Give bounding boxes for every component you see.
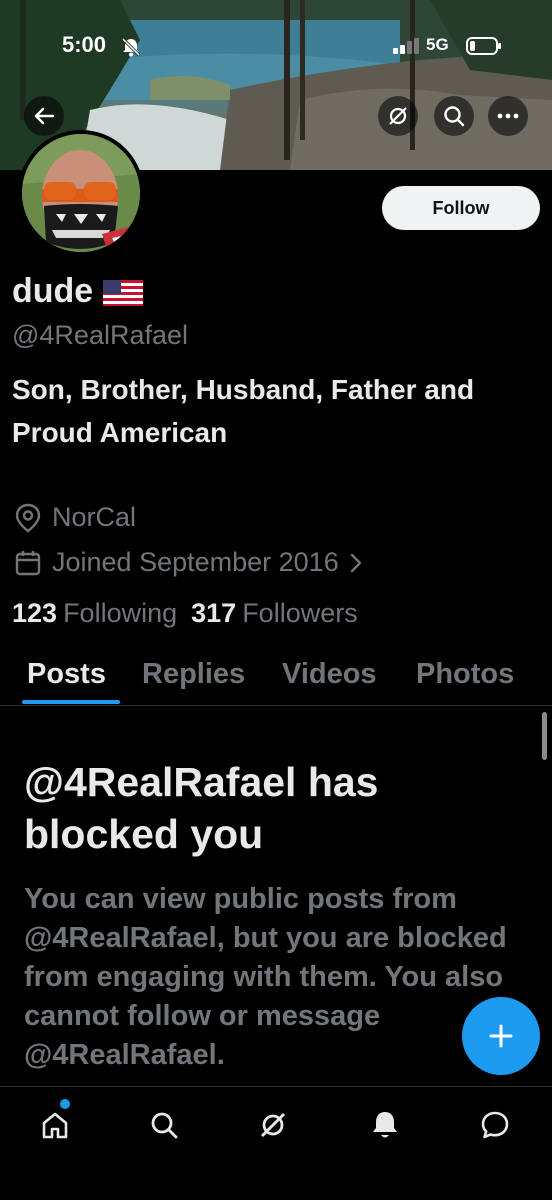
calendar-icon bbox=[15, 550, 41, 575]
grok-icon bbox=[389, 107, 407, 125]
follow-button[interactable]: Follow bbox=[382, 186, 540, 230]
plus-icon bbox=[489, 1024, 513, 1048]
profile-tabs: Posts Replies Videos Photos bbox=[0, 648, 552, 706]
home-icon bbox=[42, 1112, 68, 1139]
location-row: NorCal bbox=[14, 502, 136, 533]
following-count: 123 bbox=[12, 598, 58, 628]
bottom-nav bbox=[0, 1086, 552, 1200]
signal-icon bbox=[393, 38, 419, 54]
tab-replies[interactable]: Replies bbox=[142, 658, 245, 691]
avatar-image bbox=[22, 134, 140, 252]
nav-search[interactable] bbox=[142, 1103, 186, 1147]
following-label: Following bbox=[63, 598, 178, 628]
us-flag-icon bbox=[103, 279, 144, 306]
joined-text: Joined September 2016 bbox=[52, 547, 339, 577]
nav-home[interactable] bbox=[33, 1103, 77, 1147]
more-dots-icon bbox=[497, 113, 519, 119]
blocked-body: You can view public posts from @4RealRaf… bbox=[24, 883, 507, 1071]
display-name-row: dude bbox=[12, 272, 144, 311]
location-pin-icon bbox=[15, 503, 41, 532]
tab-videos[interactable]: Videos bbox=[282, 658, 377, 691]
search-icon bbox=[444, 106, 465, 127]
messages-icon bbox=[481, 1111, 509, 1139]
status-time: 5:00 bbox=[62, 32, 107, 57]
followers-label: Followers bbox=[242, 598, 358, 628]
grok-button[interactable] bbox=[378, 96, 418, 136]
joined-row[interactable]: Joined September 2016 bbox=[14, 547, 373, 578]
profile-handle: @4RealRafael bbox=[12, 320, 189, 350]
blocked-title: @4RealRafael has blocked you bbox=[24, 759, 379, 857]
nav-grok[interactable] bbox=[251, 1103, 295, 1147]
active-tab-indicator bbox=[22, 700, 120, 704]
display-name: dude bbox=[12, 272, 94, 310]
tab-posts[interactable]: Posts bbox=[27, 658, 106, 691]
notifications-bell-icon bbox=[373, 1112, 397, 1138]
profile-page: 5:00 5G Follow dude @4RealRafael Son, Br… bbox=[0, 0, 552, 1200]
home-unread-dot bbox=[60, 1099, 70, 1109]
profile-bio: Son, Brother, Husband, Father and Proud … bbox=[12, 374, 475, 448]
compose-button[interactable] bbox=[462, 997, 540, 1075]
network-label: 5G bbox=[426, 35, 449, 54]
followers-count: 317 bbox=[191, 598, 237, 628]
location-text: NorCal bbox=[52, 502, 137, 532]
followers-stat[interactable]: 317 Followers bbox=[191, 598, 358, 629]
arrow-left-icon bbox=[34, 107, 55, 125]
battery-icon bbox=[466, 37, 501, 55]
search-button[interactable] bbox=[434, 96, 474, 136]
avatar[interactable] bbox=[18, 130, 144, 256]
grok-icon bbox=[261, 1113, 285, 1137]
nav-notifications[interactable] bbox=[363, 1103, 407, 1147]
chevron-right-icon bbox=[350, 553, 361, 572]
back-button[interactable] bbox=[24, 96, 64, 136]
status-bar: 5:00 5G bbox=[0, 28, 552, 64]
bell-off-icon bbox=[121, 37, 141, 57]
scrollbar[interactable] bbox=[542, 712, 547, 760]
more-button[interactable] bbox=[488, 96, 528, 136]
nav-messages[interactable] bbox=[473, 1103, 517, 1147]
following-stat[interactable]: 123 Following bbox=[12, 598, 177, 629]
follow-stats: 123 Following 317 Followers bbox=[12, 598, 372, 629]
search-icon bbox=[151, 1112, 178, 1139]
tab-photos[interactable]: Photos bbox=[416, 658, 514, 691]
